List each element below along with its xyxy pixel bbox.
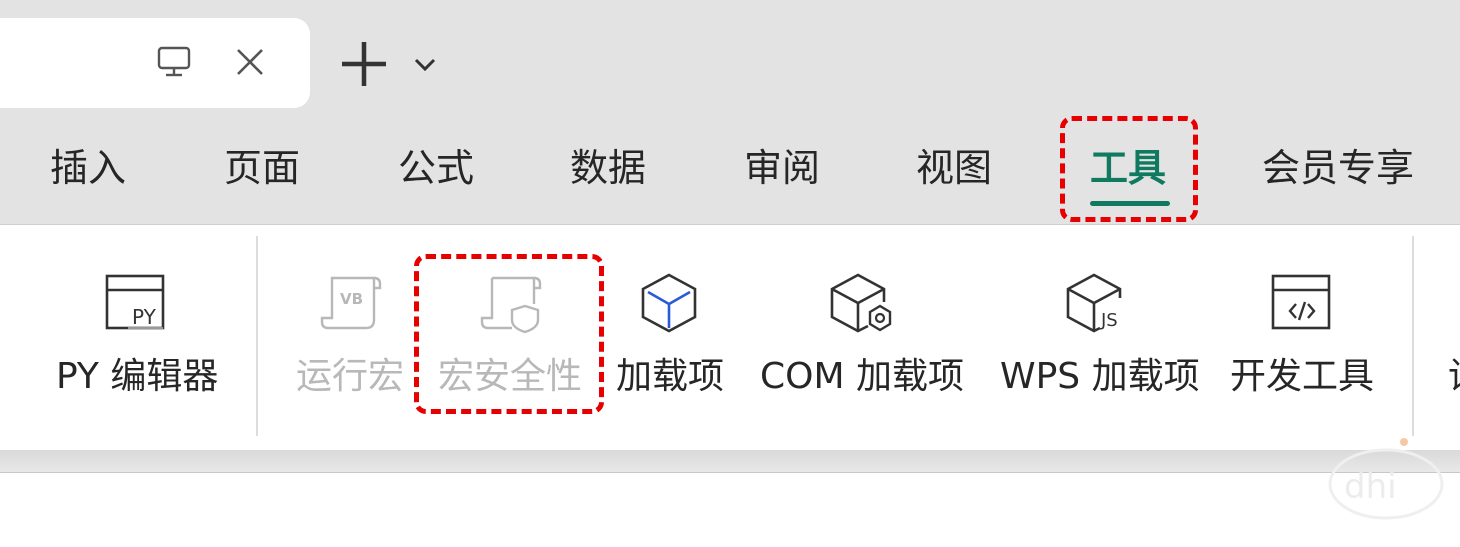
chevron-down-icon[interactable] bbox=[410, 50, 440, 80]
dev-tools-icon[interactable] bbox=[1268, 270, 1334, 336]
ribbon-divider bbox=[1412, 236, 1414, 436]
ribbon-shadow bbox=[0, 450, 1460, 472]
tab-review[interactable]: 审阅 bbox=[744, 140, 820, 196]
addins-button[interactable]: 加载项 bbox=[616, 352, 724, 402]
cube-icon[interactable] bbox=[636, 270, 702, 336]
wps-addins-button[interactable]: WPS 加载项 bbox=[1000, 352, 1200, 402]
ribbon-divider bbox=[256, 236, 258, 436]
watermark-logo-icon: dhi bbox=[1326, 436, 1446, 526]
dev-tools-button[interactable]: 开发工具 bbox=[1230, 352, 1374, 402]
com-addins-button[interactable]: COM 加载项 bbox=[760, 352, 964, 402]
tab-view[interactable]: 视图 bbox=[916, 140, 992, 196]
sheet-area bbox=[0, 472, 1460, 547]
svg-text:dhi: dhi bbox=[1344, 467, 1397, 507]
svg-text:PY: PY bbox=[132, 305, 157, 329]
monitor-icon[interactable] bbox=[156, 44, 192, 80]
com-addin-icon[interactable] bbox=[828, 270, 894, 336]
tab-member[interactable]: 会员专享 bbox=[1262, 140, 1414, 196]
tools-tab-highlight bbox=[1060, 116, 1198, 222]
py-editor-icon[interactable]: PY bbox=[102, 270, 168, 336]
svg-text:VB: VB bbox=[340, 290, 363, 308]
vb-macro-icon[interactable]: VB bbox=[318, 270, 384, 336]
truncated-tool-label[interactable]: 设 bbox=[1448, 352, 1460, 402]
plus-icon[interactable] bbox=[338, 38, 390, 90]
macro-security-highlight bbox=[414, 254, 604, 414]
py-editor-button[interactable]: PY 编辑器 bbox=[56, 352, 218, 402]
ribbon-panel bbox=[0, 224, 1460, 451]
tab-formula[interactable]: 公式 bbox=[398, 140, 474, 196]
tab-data[interactable]: 数据 bbox=[570, 140, 646, 196]
js-addin-icon[interactable]: JS bbox=[1064, 270, 1130, 336]
run-macro-button[interactable]: 运行宏 bbox=[296, 352, 404, 402]
tab-insert[interactable]: 插入 bbox=[50, 140, 126, 196]
tab-page[interactable]: 页面 bbox=[224, 140, 300, 196]
svg-text:JS: JS bbox=[1100, 310, 1118, 331]
close-icon[interactable] bbox=[232, 44, 268, 80]
